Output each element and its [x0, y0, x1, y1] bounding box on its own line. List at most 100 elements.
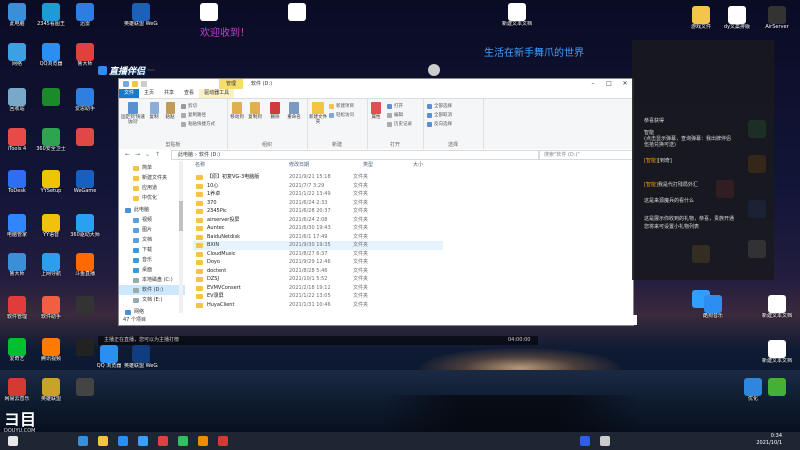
maximize-button[interactable]: □: [601, 79, 617, 89]
column-date[interactable]: 修改日期: [289, 161, 309, 170]
select-all-button[interactable]: 全部选择: [427, 103, 452, 109]
column-name[interactable]: 名称: [195, 161, 205, 170]
history-button[interactable]: 历史记录: [387, 121, 412, 127]
desktop-icon[interactable]: ToDesk: [0, 170, 34, 194]
desktop-icon[interactable]: YY语音: [34, 214, 68, 238]
tab-drive-tools[interactable]: 驱动器工具: [199, 89, 235, 98]
taskbar-app-icon[interactable]: [580, 436, 590, 446]
copy-button[interactable]: 复制: [147, 102, 161, 120]
desktop-icon[interactable]: 电脑管家: [0, 214, 34, 238]
recent-icon[interactable]: ⌄: [145, 151, 150, 158]
desktop-icon[interactable]: iTools 4: [0, 128, 34, 152]
column-type[interactable]: 类型: [363, 161, 373, 170]
desktop-icon[interactable]: dy文案排版: [720, 6, 754, 30]
desktop-icon[interactable]: 360驱动大师: [68, 214, 102, 238]
tab-view[interactable]: 查看: [179, 89, 199, 98]
desktop-icon[interactable]: 2345看图王: [34, 3, 68, 27]
desktop-icon[interactable]: 鲁大师: [68, 43, 102, 67]
avatar[interactable]: [428, 64, 440, 76]
new-folder-button[interactable]: 新建文件夹: [309, 102, 327, 125]
taskbar-app-icon[interactable]: [600, 436, 610, 446]
taskbar-app-icon[interactable]: [98, 436, 108, 446]
folder-icon[interactable]: [132, 81, 138, 87]
desktop-icon[interactable]: AirServer: [760, 6, 794, 30]
new-item-button[interactable]: 新建项目: [329, 103, 354, 109]
desktop-icon[interactable]: 英雄联盟: [34, 378, 68, 402]
ctx-tab-manage[interactable]: 管理: [219, 79, 243, 89]
desktop-icon[interactable]: [68, 128, 102, 146]
desktop-icon[interactable]: [192, 3, 226, 21]
desktop-icon[interactable]: 迅雷: [68, 3, 102, 27]
taskbar-app-icon[interactable]: [198, 436, 208, 446]
tab-file[interactable]: 文件: [119, 89, 140, 98]
copy-path-button[interactable]: 复制路径: [181, 112, 206, 118]
desktop-icon[interactable]: 爱思助手: [68, 88, 102, 112]
address-bar[interactable]: 此电脑 › 软件 (D:): [171, 150, 539, 160]
desktop-icon[interactable]: 软件助手: [34, 296, 68, 320]
desktop-icon[interactable]: 游戏文件: [684, 6, 718, 30]
column-size[interactable]: 大小: [413, 161, 423, 170]
desktop-icon[interactable]: QQ 浏览器: [92, 345, 126, 369]
desktop-icon[interactable]: [280, 3, 314, 21]
desktop-icon[interactable]: 新建文本文档: [760, 340, 794, 364]
taskbar-app-icon[interactable]: [178, 436, 188, 446]
forward-icon[interactable]: →: [135, 151, 140, 158]
tab-home[interactable]: 主页: [139, 89, 159, 98]
paste-shortcut-button[interactable]: 粘贴快捷方式: [181, 121, 215, 127]
desktop-icon[interactable]: 软件管理: [0, 296, 34, 320]
taskbar-app-icon[interactable]: [118, 436, 128, 446]
desktop-icon[interactable]: QQ浏览器: [34, 43, 68, 67]
desktop-icon[interactable]: 腾讯视频: [34, 338, 68, 362]
desktop-icon[interactable]: 上网导航: [34, 253, 68, 277]
properties-icon[interactable]: [123, 81, 129, 87]
desktop-icon[interactable]: [760, 378, 794, 396]
taskbar-app-icon[interactable]: [218, 436, 228, 446]
taskbar-app-icon[interactable]: [158, 436, 168, 446]
desktop-icon[interactable]: 网络: [0, 43, 34, 67]
taskbar-app-icon[interactable]: [138, 436, 148, 446]
desktop-icon[interactable]: 网易云音乐: [0, 378, 34, 402]
desktop-icon[interactable]: 360安全卫士: [34, 128, 68, 152]
desktop-icon[interactable]: [34, 88, 68, 106]
breadcrumb-drive[interactable]: 软件 (D:): [199, 151, 220, 159]
back-icon[interactable]: ←: [125, 151, 130, 158]
delete-button[interactable]: 删除: [267, 102, 283, 120]
close-button[interactable]: ✕: [617, 79, 633, 89]
system-clock[interactable]: 0:34 2021/10/1: [756, 433, 782, 447]
desktop-icon[interactable]: 鲁大师: [0, 253, 34, 277]
desktop-icon[interactable]: WeGame: [68, 170, 102, 194]
minimize-button[interactable]: –: [585, 79, 601, 89]
desktop-icon[interactable]: [68, 296, 102, 314]
desktop-icon[interactable]: 酷狗音乐: [696, 295, 730, 319]
tab-share[interactable]: 共享: [159, 89, 179, 98]
invert-selection-button[interactable]: 反向选择: [427, 121, 452, 127]
desktop-icon[interactable]: 新建文本文档: [500, 3, 534, 27]
select-none-button[interactable]: 全部取消: [427, 112, 452, 118]
desktop-icon[interactable]: 爱奇艺: [0, 338, 34, 362]
open-button[interactable]: 打开: [387, 103, 403, 109]
search-input[interactable]: 搜索"软件 (D:)": [539, 150, 633, 160]
breadcrumb-this-pc[interactable]: 此电脑: [178, 151, 193, 159]
up-icon[interactable]: ↑: [155, 151, 160, 158]
dropdown-icon[interactable]: [141, 81, 147, 87]
start-menu-icon[interactable]: [8, 436, 18, 446]
desktop-icon[interactable]: 新建文本文档: [760, 295, 794, 319]
desktop-icon[interactable]: 英雄联盟 WeGame版: [124, 3, 158, 27]
desktop-icon[interactable]: YYSetup: [34, 170, 68, 194]
desktop-icon[interactable]: 英雄联盟 WeGame版: [124, 345, 158, 369]
scrollbar-thumb[interactable]: [179, 201, 183, 231]
edit-button[interactable]: 编辑: [387, 112, 403, 118]
properties-button[interactable]: 属性: [369, 102, 383, 120]
cut-button[interactable]: 剪切: [181, 103, 197, 109]
easy-access-button[interactable]: 轻松访问: [329, 112, 354, 118]
desktop-icon[interactable]: 回收站: [0, 88, 34, 112]
paste-button[interactable]: 粘贴: [163, 102, 177, 120]
rename-button[interactable]: 重命名: [285, 102, 303, 120]
copy-to-button[interactable]: 复制到: [247, 102, 263, 120]
desktop-icon[interactable]: 斗鱼直播: [68, 253, 102, 277]
move-to-button[interactable]: 移动到: [229, 102, 245, 120]
file-row[interactable]: HuyaClient 2021/1/31 10:46 文件夹: [193, 301, 443, 310]
taskbar-app-icon[interactable]: [78, 436, 88, 446]
desktop-icon[interactable]: 此电脑: [0, 3, 34, 27]
desktop-icon[interactable]: [68, 378, 102, 396]
